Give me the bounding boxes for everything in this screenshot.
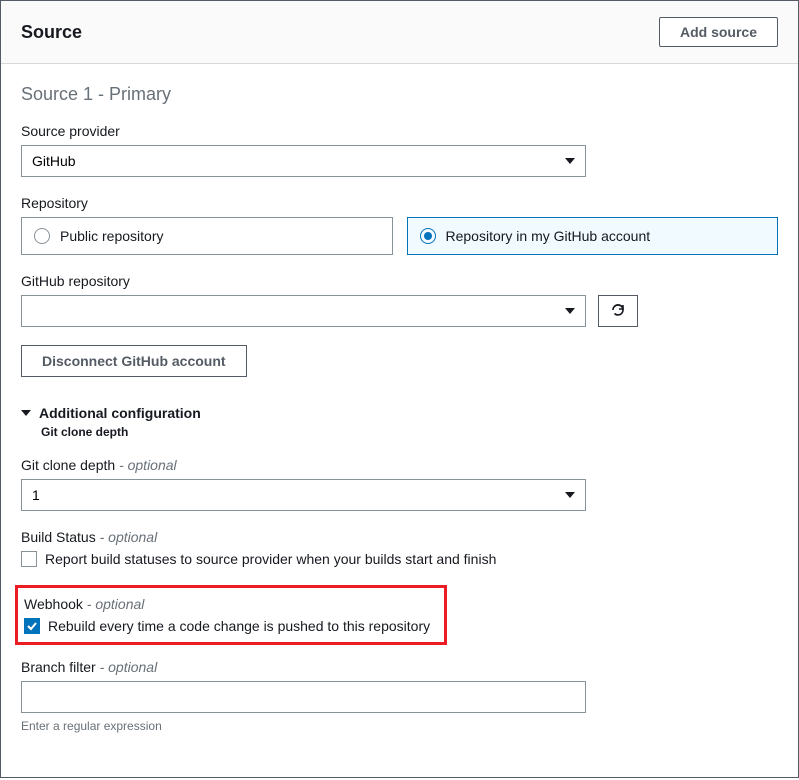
branch-filter-label: Branch filter - optional [21,659,778,675]
webhook-checkbox[interactable] [24,618,40,634]
repository-option-my-account[interactable]: Repository in my GitHub account [407,217,779,255]
disconnect-github-button[interactable]: Disconnect GitHub account [21,345,247,377]
build-status-checkbox-label: Report build statuses to source provider… [45,551,496,567]
git-clone-depth-label: Git clone depth - optional [21,457,778,473]
add-source-button[interactable]: Add source [659,17,778,47]
panel-header: Source Add source [1,1,798,64]
build-status-checkbox[interactable] [21,551,37,567]
additional-configuration-toggle[interactable]: Additional configuration [21,405,778,421]
webhook-checkbox-row: Rebuild every time a code change is push… [24,618,434,634]
git-clone-depth-value: 1 [32,487,40,503]
github-repo-select-wrap [21,295,586,327]
source-provider-value: GitHub [32,153,76,169]
github-repo-label: GitHub repository [21,273,778,289]
repository-option-label: Repository in my GitHub account [446,228,651,244]
refresh-button[interactable] [598,295,638,327]
refresh-icon [610,302,626,321]
repository-radio-group: Public repository Repository in my GitHu… [21,217,778,255]
git-clone-depth-select[interactable]: 1 [21,479,586,511]
caret-down-icon [21,405,31,421]
additional-configuration-title: Additional configuration [39,405,201,421]
source-provider-label: Source provider [21,123,778,139]
webhook-checkbox-label: Rebuild every time a code change is push… [48,618,430,634]
chevron-down-icon [565,492,575,498]
radio-icon [420,228,436,244]
branch-filter-hint: Enter a regular expression [21,719,778,733]
panel-title: Source [21,22,82,43]
section-title: Source 1 - Primary [21,84,778,105]
build-status-checkbox-row: Report build statuses to source provider… [21,551,778,567]
additional-configuration-subtitle: Git clone depth [41,425,778,439]
repository-option-label: Public repository [60,228,164,244]
webhook-label: Webhook - optional [24,596,434,612]
git-clone-depth-select-wrap: 1 [21,479,586,511]
repository-label: Repository [21,195,778,211]
branch-filter-input[interactable] [21,681,586,713]
source-panel: Source Add source Source 1 - Primary Sou… [0,0,799,778]
chevron-down-icon [565,158,575,164]
source-provider-select-wrap: GitHub [21,145,586,177]
github-repo-select[interactable] [21,295,586,327]
github-repo-row [21,295,778,327]
chevron-down-icon [565,308,575,314]
webhook-highlight-box: Webhook - optional Rebuild every time a … [15,585,447,645]
build-status-label: Build Status - optional [21,529,778,545]
source-provider-select[interactable]: GitHub [21,145,586,177]
repository-option-public[interactable]: Public repository [21,217,393,255]
panel-body: Source 1 - Primary Source provider GitHu… [1,64,798,753]
radio-icon [34,228,50,244]
